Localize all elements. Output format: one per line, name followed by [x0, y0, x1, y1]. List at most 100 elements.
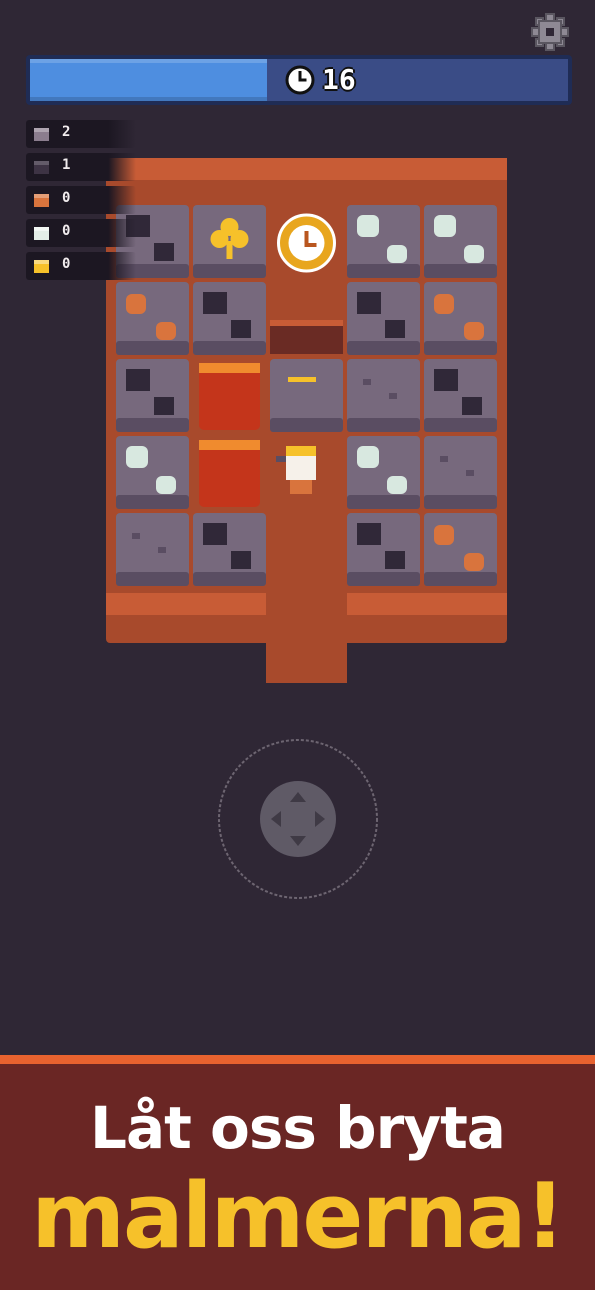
copper-ore-icon — [34, 194, 49, 207]
silver-ore — [156, 476, 176, 494]
banner-headline: Låt oss bryta — [90, 1094, 506, 1162]
tile-coal — [347, 282, 420, 355]
coal-ore — [154, 243, 174, 261]
coal-ore — [154, 397, 174, 415]
ore-counter-copper: 0 — [26, 186, 136, 214]
rock-shadow — [347, 495, 420, 509]
ore-counter-silver: 0 — [26, 219, 136, 247]
mine-board — [106, 158, 507, 683]
pit-edge — [270, 320, 343, 326]
rock-shadow — [347, 264, 420, 278]
tile-silver — [347, 205, 420, 278]
tile-silver — [116, 436, 189, 509]
coal-ore — [385, 320, 405, 338]
ore-count-gold: 0 — [62, 256, 71, 272]
stone-speck — [466, 470, 474, 476]
tile-stone — [424, 436, 497, 509]
rock-shadow — [347, 341, 420, 355]
virtual-joystick[interactable] — [216, 737, 380, 901]
rock-shadow — [424, 264, 497, 278]
tile-stone — [116, 513, 189, 586]
silver-ore — [434, 215, 456, 237]
crack-mark — [288, 377, 316, 382]
silver-ore — [357, 215, 379, 237]
tile-clover-pickup — [193, 205, 266, 278]
clover-icon — [210, 230, 229, 248]
ore-counter-coal: 1 — [26, 153, 136, 181]
copper-ore — [126, 294, 146, 314]
tile-cracked-coal — [193, 513, 266, 586]
tnt-top — [199, 363, 260, 373]
silver-ore — [387, 245, 407, 263]
tile-silver — [424, 205, 497, 278]
coal-ore — [126, 369, 150, 391]
rock-shadow — [193, 264, 266, 278]
tile-copper — [424, 282, 497, 355]
clock-hand — [304, 231, 309, 245]
coal-ore — [434, 369, 458, 391]
stone-ore-icon — [34, 128, 49, 141]
tnt-top — [199, 440, 260, 450]
promo-banner: Låt oss bryta malmerna! — [0, 1055, 595, 1290]
clover-icon — [230, 230, 249, 248]
tnt-barrel — [199, 363, 260, 430]
rock-shadow — [424, 572, 497, 586]
coal-ore — [203, 292, 227, 314]
rock-shadow — [193, 341, 266, 355]
coal-ore-icon — [34, 161, 49, 174]
ore-counter-gold: 0 — [26, 252, 136, 280]
stone-speck — [389, 393, 397, 399]
coal-ore — [203, 523, 227, 545]
tile-tnt — [199, 363, 260, 430]
coal-ore — [231, 320, 251, 338]
rock-shadow — [347, 572, 420, 586]
rock-shadow — [424, 495, 497, 509]
tile-silver — [347, 436, 420, 509]
copper-ore — [464, 322, 484, 340]
tile-coal — [347, 513, 420, 586]
ore-count-silver: 0 — [62, 223, 71, 239]
mine-exit-corridor — [266, 593, 347, 683]
player-pickaxe — [276, 456, 286, 462]
coal-ore — [357, 523, 381, 545]
rock-shadow — [116, 418, 189, 432]
tile-tnt — [199, 440, 260, 507]
silver-ore — [387, 476, 407, 494]
coal-ore — [357, 292, 381, 314]
player-crown — [286, 446, 316, 456]
banner-subheadline: malmerna! — [31, 1164, 565, 1269]
tile-pit — [270, 320, 343, 354]
coal-ore — [385, 551, 405, 569]
tile-copper — [424, 513, 497, 586]
copper-ore — [464, 553, 484, 571]
gold-ore-icon — [34, 260, 49, 273]
tile-stone — [347, 359, 420, 432]
stone-speck — [440, 456, 448, 462]
copper-ore — [434, 294, 454, 314]
ore-count-copper: 0 — [62, 190, 71, 206]
tile-coal — [116, 359, 189, 432]
silver-ore-icon — [34, 227, 49, 240]
stone-speck — [363, 379, 371, 385]
tile-coal — [424, 359, 497, 432]
silver-ore — [464, 245, 484, 263]
ore-count-stone: 2 — [62, 124, 71, 140]
tile-clock-pickup — [277, 213, 336, 273]
rock-shadow — [424, 418, 497, 432]
silver-ore — [126, 446, 148, 468]
rock-shadow — [116, 341, 189, 355]
ore-inventory: 2 1 0 0 0 — [26, 120, 136, 285]
dpad-icon[interactable] — [260, 781, 336, 857]
tile-coal — [193, 282, 266, 355]
rock-shadow — [116, 572, 189, 586]
rock-shadow — [116, 495, 189, 509]
stone-speck — [158, 547, 166, 553]
stone-speck — [132, 533, 140, 539]
rock-shadow — [193, 572, 266, 586]
rock-shadow — [270, 418, 343, 432]
mine-wall-top — [106, 158, 507, 180]
ore-counter-stone: 2 — [26, 120, 136, 148]
silver-ore — [357, 446, 379, 468]
ore-count-coal: 1 — [62, 157, 71, 173]
coal-ore — [462, 397, 482, 415]
